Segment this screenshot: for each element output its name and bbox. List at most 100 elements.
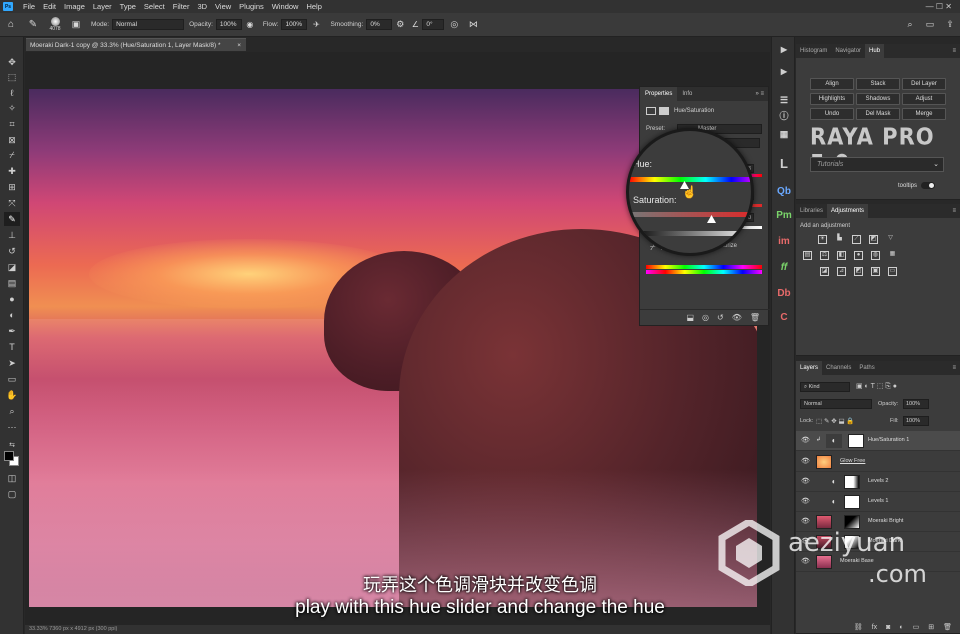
tab-layers[interactable]: Layers — [796, 361, 823, 375]
flow-field[interactable]: 100% — [281, 19, 308, 30]
visibility-eye-icon[interactable]: 👁 — [801, 498, 810, 506]
visibility-eye-icon[interactable]: 👁 — [801, 558, 810, 566]
path-select-icon[interactable]: ➤ — [4, 356, 20, 370]
visibility-icon[interactable]: 👁 — [732, 313, 742, 322]
invert-icon[interactable]: ◪ — [820, 267, 829, 276]
tutorials-select[interactable]: Tutorials ⌄ — [810, 157, 944, 172]
foreground-color-swatch[interactable] — [4, 451, 14, 461]
tab-navigator[interactable]: Navigator — [831, 44, 865, 58]
window-controls-icon[interactable]: — ☐ ✕ — [926, 2, 952, 11]
share-icon[interactable]: ⇪ — [940, 19, 960, 30]
tab-info[interactable]: Info — [677, 91, 697, 97]
gear-icon[interactable]: ⚙ — [392, 19, 408, 30]
trash-icon[interactable]: 🗑 — [750, 313, 760, 322]
posterize-icon[interactable]: ⊿ — [837, 267, 846, 276]
menu-plugins[interactable]: Plugins — [235, 2, 268, 11]
type-tool-icon[interactable]: T — [4, 340, 20, 354]
layer-row[interactable]: 👁 Glow Free — [796, 452, 960, 472]
fill-field[interactable]: 100% — [903, 416, 929, 426]
hue-sat-icon[interactable]: ▤ — [803, 251, 812, 260]
shadows-button[interactable]: Shadows — [856, 93, 900, 105]
tab-libraries[interactable]: Libraries — [796, 204, 827, 218]
move-tool-icon[interactable]: ✥ — [4, 55, 20, 69]
delete-layer-icon[interactable]: 🗑 — [943, 623, 952, 631]
eraser-icon[interactable]: ◪ — [4, 260, 20, 274]
eyedropper-icon[interactable]: ⌿ — [4, 148, 20, 162]
menu-filter[interactable]: Filter — [169, 2, 194, 11]
brush-preset-picker[interactable]: 4078 — [44, 17, 66, 32]
panel-menu-icon[interactable]: ≡ — [952, 48, 960, 54]
menu-view[interactable]: View — [211, 2, 235, 11]
adjust-sliders-icon[interactable]: ☰ — [776, 93, 792, 107]
layer-row[interactable]: 👁 ◐ Levels 1 — [796, 492, 960, 512]
info-icon[interactable]: ⓘ — [776, 109, 792, 123]
tab-hub[interactable]: Hub — [865, 44, 885, 58]
kind-filter-select[interactable]: ⌕ Kind — [800, 382, 850, 392]
menu-file[interactable]: File — [19, 2, 39, 11]
plugin-im-icon[interactable]: im — [776, 235, 792, 249]
black-white-icon[interactable]: ◧ — [837, 251, 846, 260]
levels-icon[interactable]: ▙ — [835, 235, 844, 244]
layer-row[interactable]: 👁 ◐ Levels 2 — [796, 472, 960, 492]
blend-mode-select[interactable]: Normal — [800, 399, 872, 409]
pen-tool-icon[interactable]: ✒ — [4, 324, 20, 338]
menu-type[interactable]: Type — [116, 2, 140, 11]
history-brush-icon[interactable]: ↺ — [4, 244, 20, 258]
airbrush-icon[interactable]: ✈ — [307, 20, 325, 29]
pressure-size-icon[interactable]: ◎ — [444, 19, 464, 30]
align-button[interactable]: Align — [810, 78, 854, 90]
layer-mask-thumb[interactable] — [844, 475, 860, 489]
photo-filter-icon[interactable]: ● — [854, 251, 863, 260]
undo-button[interactable]: Undo — [810, 108, 854, 120]
visibility-eye-icon[interactable]: 👁 — [801, 518, 810, 526]
menu-layer[interactable]: Layer — [89, 2, 116, 11]
tab-paths[interactable]: Paths — [855, 361, 878, 375]
menu-select[interactable]: Select — [140, 2, 169, 11]
hand-tool-icon[interactable]: ✋ — [4, 388, 20, 402]
layer-opacity-field[interactable]: 100% — [903, 399, 929, 409]
visibility-eye-icon[interactable]: 👁 — [801, 478, 810, 486]
play-icon-2[interactable]: ▶ — [776, 65, 792, 79]
threshold-icon[interactable]: ◩ — [854, 267, 863, 276]
menu-help[interactable]: Help — [302, 2, 325, 11]
angle-field[interactable]: 0° — [422, 19, 445, 30]
smoothing-field[interactable]: 0% — [366, 19, 393, 30]
layer-mask-thumb[interactable] — [848, 434, 864, 448]
opacity-field[interactable]: 100% — [215, 19, 242, 30]
layer-mask-thumb[interactable] — [844, 515, 860, 529]
layer-filter-icons[interactable]: ▣ ◐ T ⬚ ⎘ ● — [856, 382, 897, 391]
brightness-icon[interactable]: ☀ — [818, 235, 827, 244]
panel-menu-icon[interactable]: ≡ — [952, 208, 960, 214]
tooltips-toggle[interactable] — [921, 182, 936, 189]
quick-select-icon[interactable]: ✧ — [4, 101, 20, 115]
layer-mask-thumb[interactable] — [844, 495, 860, 509]
new-layer-icon[interactable]: ⊞ — [928, 623, 934, 631]
tab-adjustments[interactable]: Adjustments — [827, 204, 869, 218]
close-icon[interactable]: × — [237, 39, 241, 52]
blur-icon[interactable]: ● — [4, 292, 20, 306]
mode-select[interactable]: Normal — [112, 19, 185, 30]
tab-histogram[interactable]: Histogram — [796, 44, 831, 58]
stack-button[interactable]: Stack — [856, 78, 900, 90]
reset-icon[interactable]: ↺ — [717, 313, 724, 322]
brush-settings-icon[interactable]: ▣ — [66, 19, 86, 30]
adjust-button[interactable]: Adjust — [902, 93, 946, 105]
dodge-icon[interactable]: ◐ — [4, 308, 20, 322]
gradient-map-icon[interactable]: ▭ — [888, 267, 897, 276]
screen-mode-icon[interactable]: ▢ — [4, 487, 20, 501]
home-icon[interactable]: ⌂ — [0, 19, 22, 30]
view-previous-icon[interactable]: ◎ — [702, 313, 709, 322]
gradient-icon[interactable]: ▤ — [4, 276, 20, 290]
plugin-ff-icon[interactable]: ff — [776, 261, 792, 275]
symmetry-icon[interactable]: ⋈ — [464, 19, 482, 30]
panel-menu-icon[interactable]: » ≡ — [755, 91, 768, 97]
clip-to-layer-icon[interactable]: ⬓ — [686, 313, 694, 322]
lasso-tool-icon[interactable]: ℓ — [4, 86, 20, 100]
panel-menu-icon[interactable]: ≡ — [952, 365, 960, 371]
brush-tool-icon[interactable]: ✎ — [22, 19, 44, 30]
clone-stamp-icon[interactable]: ⊥ — [4, 228, 20, 242]
grid-icon[interactable]: ▦ — [776, 127, 792, 141]
workspace-icon[interactable]: ▭ — [920, 19, 940, 30]
menu-window[interactable]: Window — [268, 2, 303, 11]
marquee-tool-icon[interactable]: ⬚ — [4, 70, 20, 84]
